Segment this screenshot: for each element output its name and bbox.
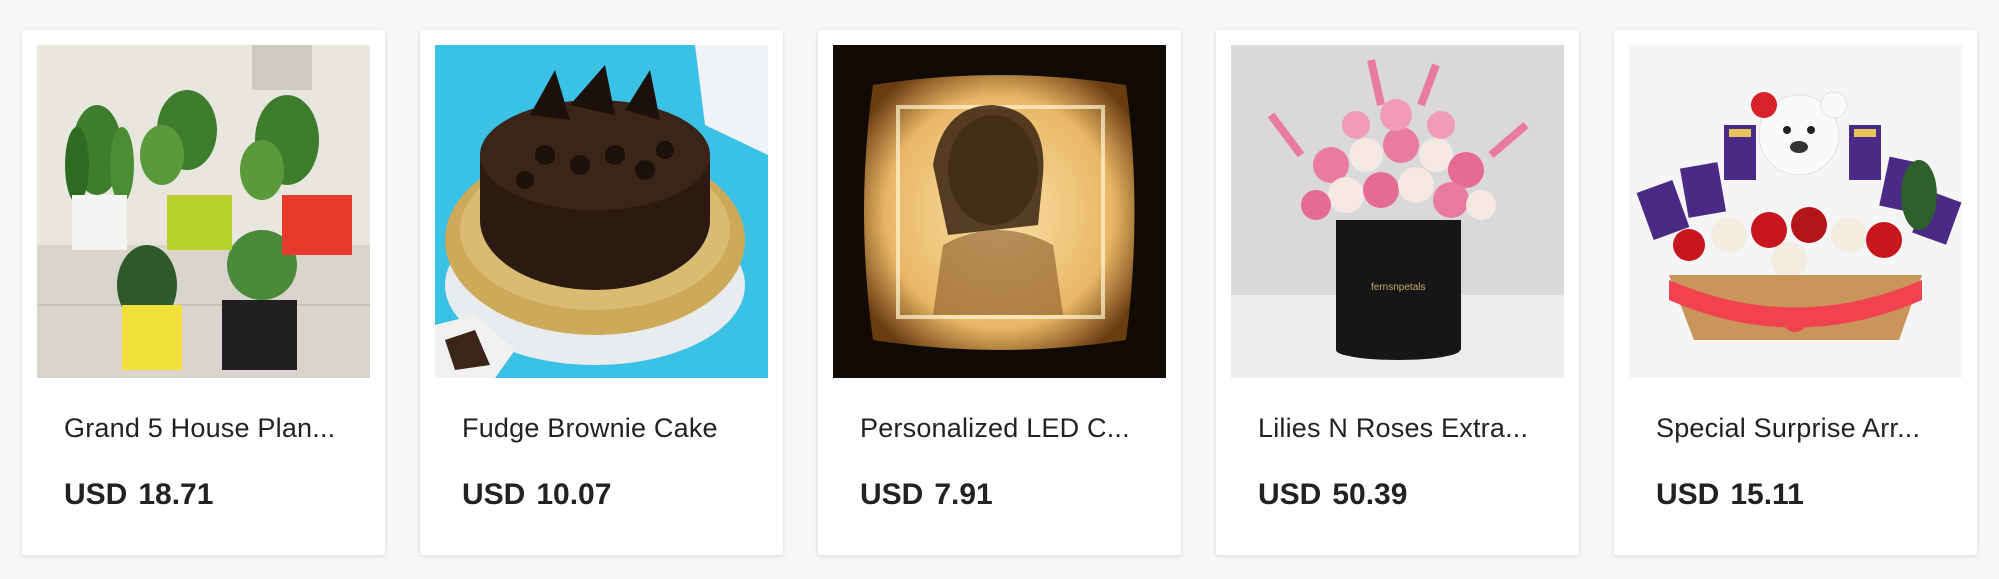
price-value: 10.07 — [536, 478, 612, 511]
product-name[interactable]: Lilies N Roses Extra... — [1258, 413, 1528, 444]
product-card[interactable]: Special Surprise Arr... USD 15.11 — [1614, 30, 1977, 555]
product-price: USD 10.07 — [462, 478, 611, 512]
price-currency: USD — [462, 478, 526, 511]
product-card[interactable]: fernsnpetals Lilies N Roses Extra... USD… — [1216, 30, 1579, 555]
product-card[interactable]: Fudge Brownie Cake USD 10.07 — [420, 30, 783, 555]
price-currency: USD — [1258, 478, 1322, 511]
price-value: 15.11 — [1730, 478, 1804, 511]
product-price: USD 18.71 — [64, 478, 213, 512]
price-currency: USD — [64, 478, 128, 511]
product-image-plants[interactable] — [37, 45, 370, 378]
product-name[interactable]: Personalized LED C... — [860, 413, 1130, 444]
price-currency: USD — [860, 478, 924, 511]
product-image-gift-basket[interactable] — [1629, 45, 1962, 378]
product-price: USD 7.91 — [860, 478, 993, 512]
product-image-cake[interactable] — [435, 45, 768, 378]
price-value: 7.91 — [934, 478, 993, 511]
product-carousel: Grand 5 House Plan... USD 18.71 Fudge Br… — [22, 30, 1977, 555]
product-name[interactable]: Fudge Brownie Cake — [462, 413, 718, 444]
product-price: USD 50.39 — [1258, 478, 1407, 512]
product-price: USD 15.11 — [1656, 478, 1804, 512]
price-currency: USD — [1656, 478, 1720, 511]
svg-text:fernsnpetals: fernsnpetals — [1371, 282, 1425, 293]
price-value: 18.71 — [138, 478, 214, 511]
product-image-led-cushion[interactable] — [833, 45, 1166, 378]
price-value: 50.39 — [1332, 478, 1408, 511]
product-card[interactable]: Grand 5 House Plan... USD 18.71 — [22, 30, 385, 555]
product-image-flower-box[interactable]: fernsnpetals — [1231, 45, 1564, 378]
product-card[interactable]: Personalized LED C... USD 7.91 — [818, 30, 1181, 555]
product-name[interactable]: Grand 5 House Plan... — [64, 413, 335, 444]
product-name[interactable]: Special Surprise Arr... — [1656, 413, 1920, 444]
